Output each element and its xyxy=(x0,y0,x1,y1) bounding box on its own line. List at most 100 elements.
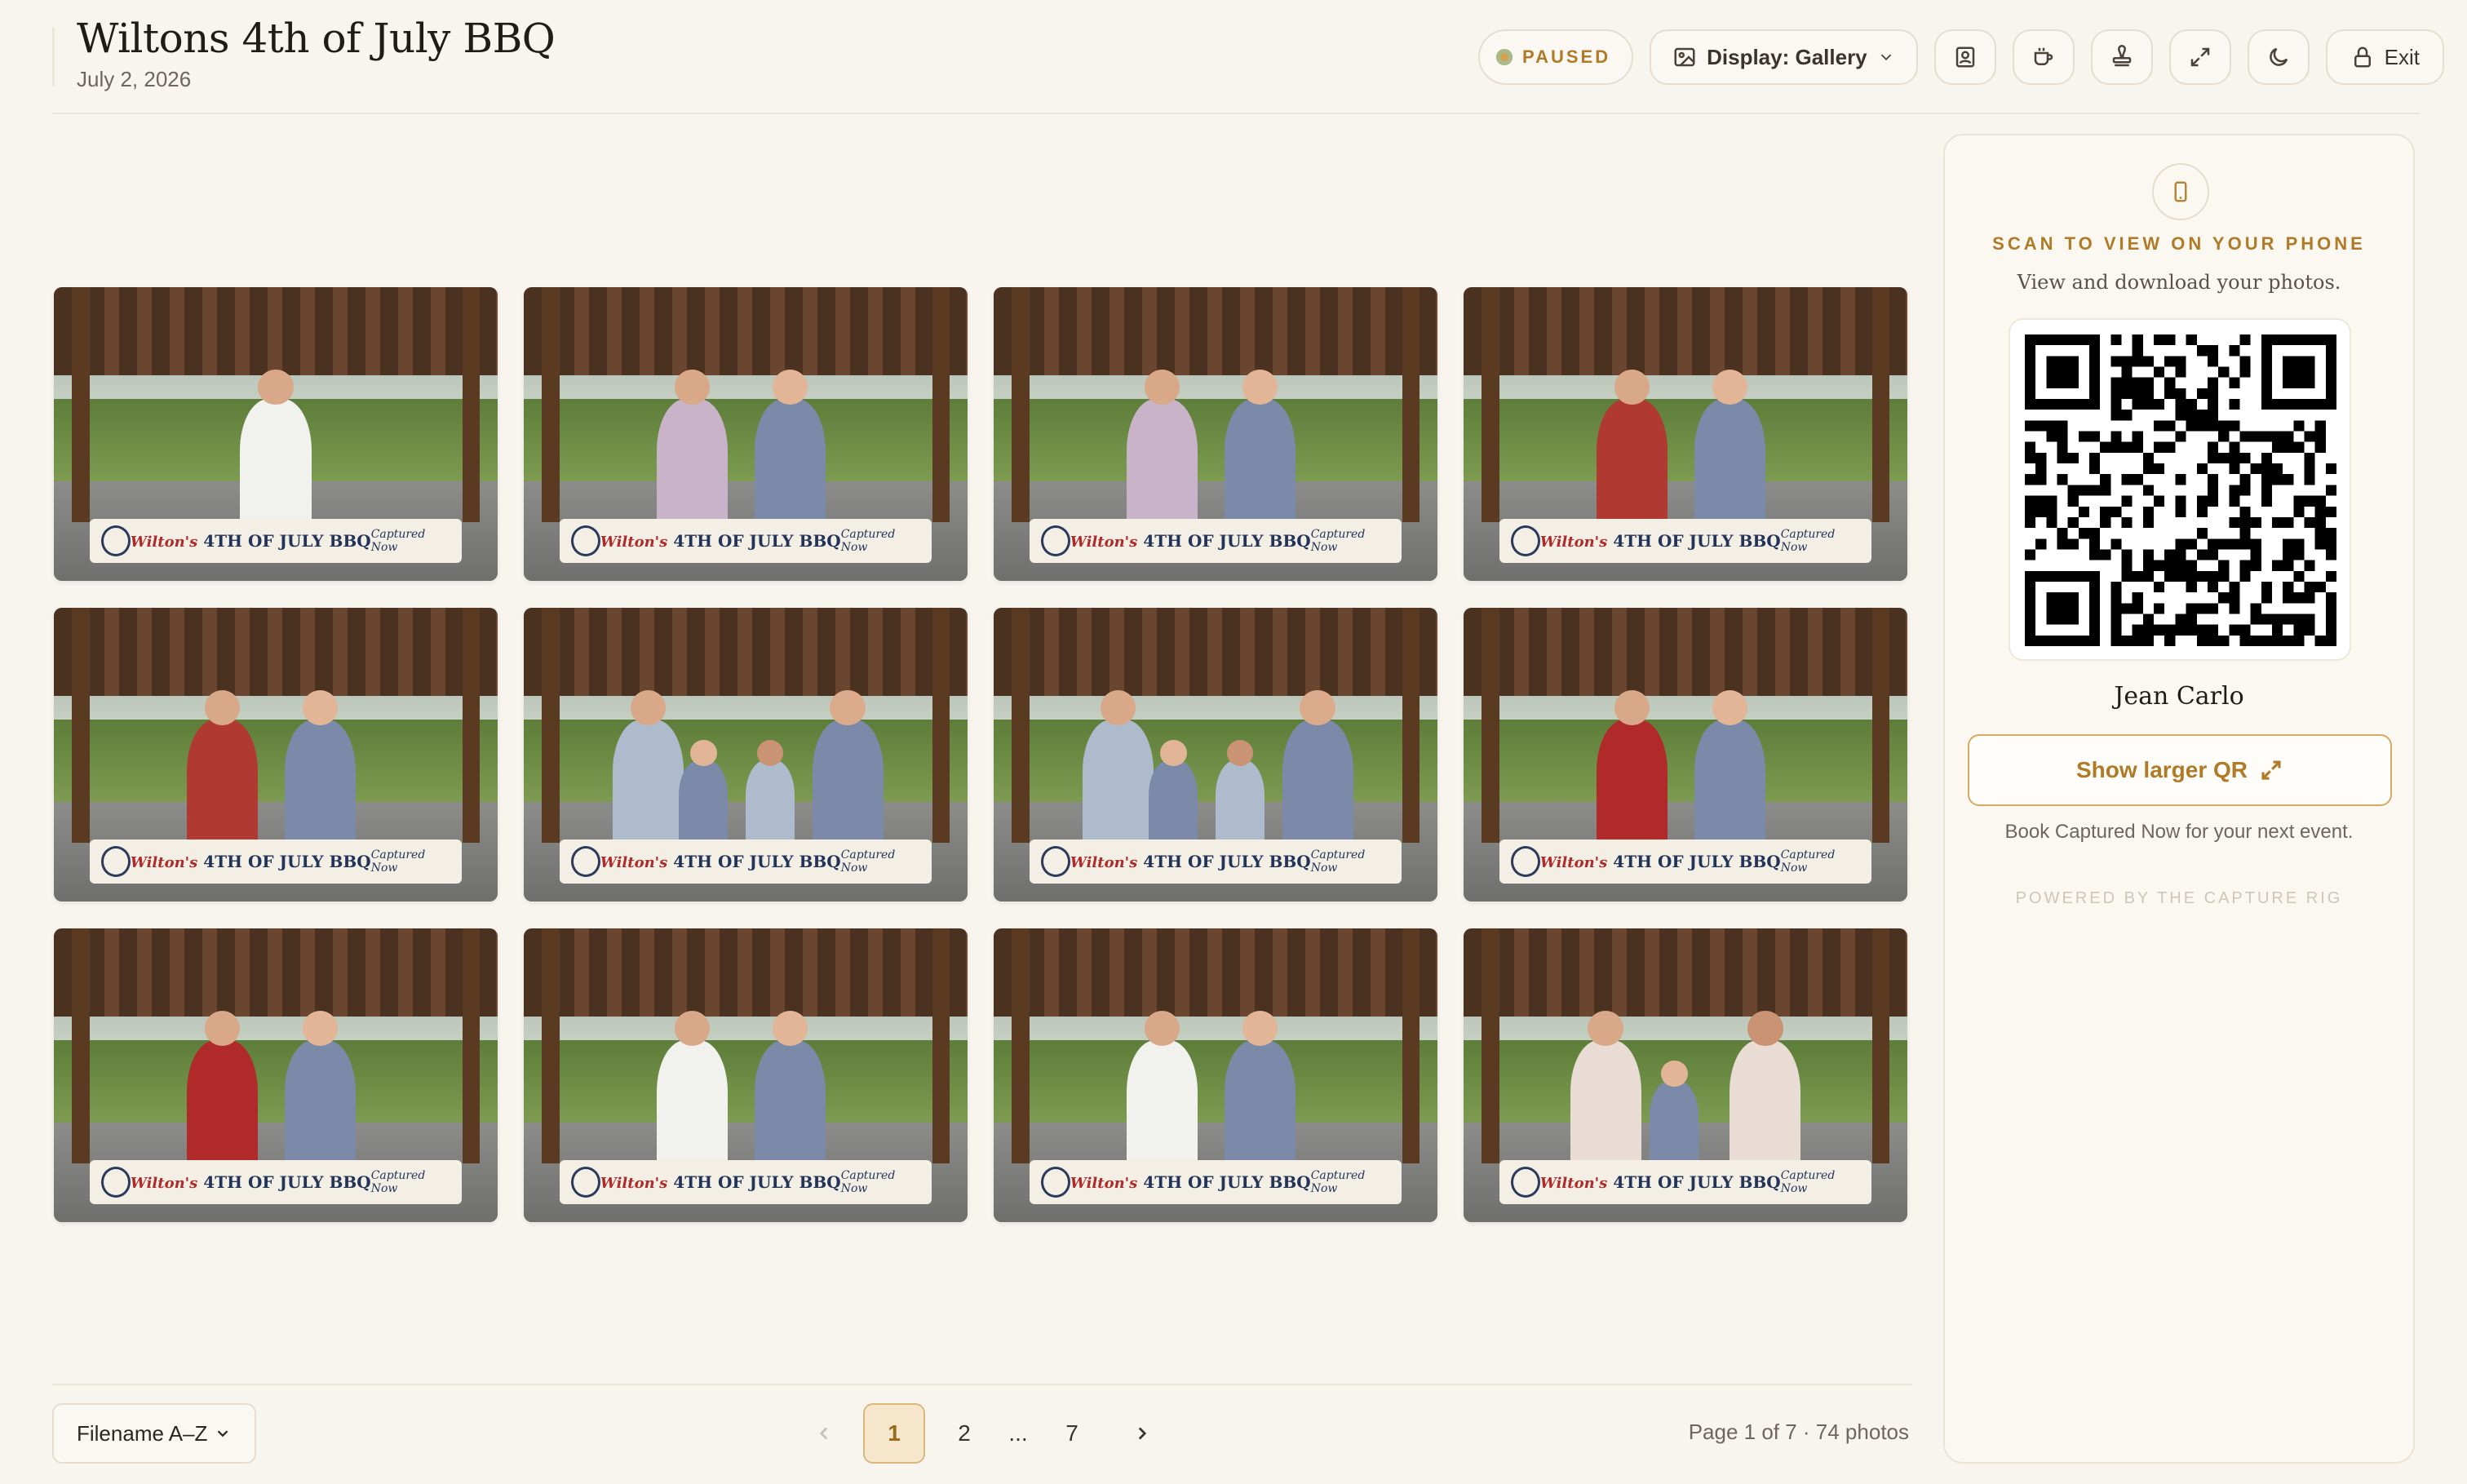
prev-page-button[interactable] xyxy=(793,1403,855,1464)
banner-sign: Captured Now xyxy=(370,528,426,555)
photo-post xyxy=(1481,928,1499,1163)
photo-banner: Wilton's 4TH OF JULY BBQ Captured Now xyxy=(559,1160,932,1205)
photo-person xyxy=(284,719,356,849)
photo-person xyxy=(1282,719,1353,849)
photo-thumbnail[interactable]: Wilton's 4TH OF JULY BBQ Captured Now xyxy=(524,608,968,901)
photo-banner: Wilton's 4TH OF JULY BBQ Captured Now xyxy=(89,519,463,564)
page-1-button[interactable]: 1 xyxy=(863,1403,925,1464)
photo-thumbnail[interactable]: Wilton's 4TH OF JULY BBQ Captured Now xyxy=(54,928,498,1222)
photo-post xyxy=(462,608,481,843)
coffee-button[interactable] xyxy=(2012,29,2075,85)
photo-person xyxy=(240,398,312,529)
banner-sign: Captured Now xyxy=(1780,1169,1836,1196)
photo-pergola xyxy=(1464,608,1907,696)
page-ellipsis: ... xyxy=(1008,1420,1028,1446)
stamp-button[interactable] xyxy=(2090,29,2153,85)
photo-person-head xyxy=(1242,369,1278,405)
photo-pergola xyxy=(54,287,498,375)
photo-thumbnail[interactable]: Wilton's 4TH OF JULY BBQ Captured Now xyxy=(1464,928,1907,1222)
photo-thumbnail[interactable]: Wilton's 4TH OF JULY BBQ Captured Now xyxy=(994,928,1437,1222)
photo-thumbnail[interactable]: Wilton's 4TH OF JULY BBQ Captured Now xyxy=(1464,608,1907,901)
photo-thumbnail[interactable]: Wilton's 4TH OF JULY BBQ Captured Now xyxy=(524,928,968,1222)
brand-seal-icon xyxy=(100,525,131,557)
photo-thumbnail[interactable]: Wilton's 4TH OF JULY BBQ Captured Now xyxy=(1464,287,1907,581)
qr-side-panel: SCAN TO VIEW ON YOUR PHONE View and down… xyxy=(1943,134,2415,1464)
photo-lawn xyxy=(524,1039,968,1128)
next-page-button[interactable] xyxy=(1111,1403,1173,1464)
brand-seal-icon xyxy=(570,1167,600,1198)
banner-text: Wilton's 4TH OF JULY BBQ xyxy=(130,531,371,552)
photo-thumbnail[interactable]: Wilton's 4TH OF JULY BBQ Captured Now xyxy=(54,287,498,581)
photo-lawn xyxy=(54,1039,498,1128)
photo-post xyxy=(932,928,950,1163)
scan-subtitle: View and download your photos. xyxy=(2017,271,2341,294)
photo-person-head xyxy=(1300,689,1335,725)
photo-lawn xyxy=(1464,719,1907,808)
display-mode-label: Display: Gallery xyxy=(1707,44,1867,69)
photo-post xyxy=(1402,608,1420,843)
toolbar: PAUSED Display: Gallery Exit xyxy=(1478,28,2444,86)
photo-person xyxy=(1730,1039,1801,1170)
status-badge[interactable]: PAUSED xyxy=(1478,29,1634,85)
qr-code[interactable] xyxy=(2009,318,2351,661)
photo-post xyxy=(1011,287,1030,522)
exit-button[interactable]: Exit xyxy=(2325,29,2444,85)
photo-banner: Wilton's 4TH OF JULY BBQ Captured Now xyxy=(1029,519,1402,564)
banner-sign: Captured Now xyxy=(370,848,426,875)
page-7-button[interactable]: 7 xyxy=(1041,1403,1103,1464)
display-mode-dropdown[interactable]: Display: Gallery xyxy=(1650,29,1918,85)
scan-title: SCAN TO VIEW ON YOUR PHONE xyxy=(1992,233,2366,254)
photo-person-head xyxy=(302,689,339,725)
photo-person xyxy=(1570,1039,1641,1170)
brand-seal-icon xyxy=(1510,846,1540,878)
photo-gallery: Wilton's 4TH OF JULY BBQ Captured Now Wilt… xyxy=(54,287,1907,1222)
coffee-icon xyxy=(2034,47,2053,65)
title-accent-bar xyxy=(52,28,55,86)
photo-post xyxy=(1402,287,1420,522)
photo-person-head xyxy=(1588,1010,1623,1046)
sort-select[interactable]: Filename A–Z xyxy=(52,1403,256,1464)
banner-text: Wilton's 4TH OF JULY BBQ xyxy=(1070,1172,1311,1193)
banner-text: Wilton's 4TH OF JULY BBQ xyxy=(600,852,841,872)
chevron-right-icon xyxy=(1138,1427,1147,1440)
page-2-button[interactable]: 2 xyxy=(933,1403,995,1464)
photo-post xyxy=(1011,608,1030,843)
photo-person xyxy=(1127,398,1198,529)
footer-divider xyxy=(52,1384,1912,1385)
photo-banner: Wilton's 4TH OF JULY BBQ Captured Now xyxy=(1029,839,1402,884)
lock-icon xyxy=(2354,47,2371,68)
page-title: Wiltons 4th of July BBQ xyxy=(77,15,556,62)
image-icon xyxy=(1674,47,1695,67)
show-larger-qr-button[interactable]: Show larger QR xyxy=(1968,734,2392,806)
expand-icon xyxy=(2190,47,2209,67)
portrait-button[interactable] xyxy=(1933,29,1996,85)
photo-pergola xyxy=(524,287,968,375)
expand-icon xyxy=(2261,760,2281,780)
photo-thumbnail[interactable]: Wilton's 4TH OF JULY BBQ Captured Now xyxy=(994,608,1437,901)
dark-mode-button[interactable] xyxy=(2247,29,2310,85)
banner-text: Wilton's 4TH OF JULY BBQ xyxy=(1539,1172,1781,1193)
photo-person xyxy=(1597,398,1668,529)
photo-thumbnail[interactable]: Wilton's 4TH OF JULY BBQ Captured Now xyxy=(54,608,498,901)
qr-code-graphic xyxy=(2025,334,2336,646)
photo-person-head xyxy=(1100,689,1136,725)
photo-banner: Wilton's 4TH OF JULY BBQ Captured Now xyxy=(559,839,932,884)
photo-person-head xyxy=(630,689,667,725)
chevron-down-icon xyxy=(1880,54,1891,61)
photo-thumbnail[interactable]: Wilton's 4TH OF JULY BBQ Captured Now xyxy=(524,287,968,581)
book-promo: Book Captured Now for your next event. xyxy=(2004,821,2354,843)
photo-post xyxy=(1481,608,1499,843)
photo-thumbnail[interactable]: Wilton's 4TH OF JULY BBQ Captured Now xyxy=(994,287,1437,581)
fullscreen-button[interactable] xyxy=(2168,29,2231,85)
photo-post xyxy=(541,608,560,843)
photo-person xyxy=(1694,719,1765,849)
photo-post xyxy=(1481,287,1499,522)
brand-seal-icon xyxy=(100,1167,131,1198)
banner-sign: Captured Now xyxy=(840,848,896,875)
banner-text: Wilton's 4TH OF JULY BBQ xyxy=(600,531,841,552)
brand-seal-icon xyxy=(100,846,131,878)
photo-banner: Wilton's 4TH OF JULY BBQ Captured Now xyxy=(89,839,463,884)
chevron-down-icon xyxy=(217,1430,228,1437)
photo-person xyxy=(1149,760,1198,849)
photo-person xyxy=(187,1039,259,1170)
